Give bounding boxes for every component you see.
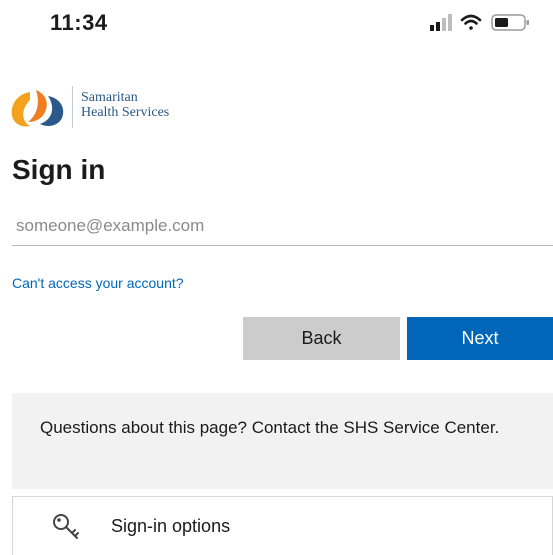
status-time: 11:34 xyxy=(50,10,108,35)
key-icon xyxy=(53,514,79,539)
logo-divider xyxy=(72,86,73,128)
battery-icon xyxy=(491,14,529,31)
brand-line-2: Health Services xyxy=(81,105,170,120)
signal-icon xyxy=(430,14,452,31)
brand-line-1: Samaritan xyxy=(81,90,138,105)
sign-in-options-button[interactable]: Sign-in options xyxy=(12,496,553,555)
info-text: Questions about this page? Contact the S… xyxy=(40,418,500,437)
back-button[interactable]: Back xyxy=(243,317,400,360)
status-bar: 11:34 xyxy=(0,0,553,44)
sign-in-options-label: Sign-in options xyxy=(111,516,231,536)
cant-access-account-link[interactable]: Can't access your account? xyxy=(12,275,184,291)
status-icons xyxy=(430,14,529,31)
email-field[interactable] xyxy=(12,206,553,246)
next-button[interactable]: Next xyxy=(407,317,553,360)
info-panel: Questions about this page? Contact the S… xyxy=(12,393,553,489)
brand-name: Samaritan Health Services xyxy=(81,90,169,120)
page-title: Sign in xyxy=(12,154,106,185)
samaritan-logo-icon xyxy=(11,90,64,127)
wifi-icon xyxy=(460,14,482,30)
